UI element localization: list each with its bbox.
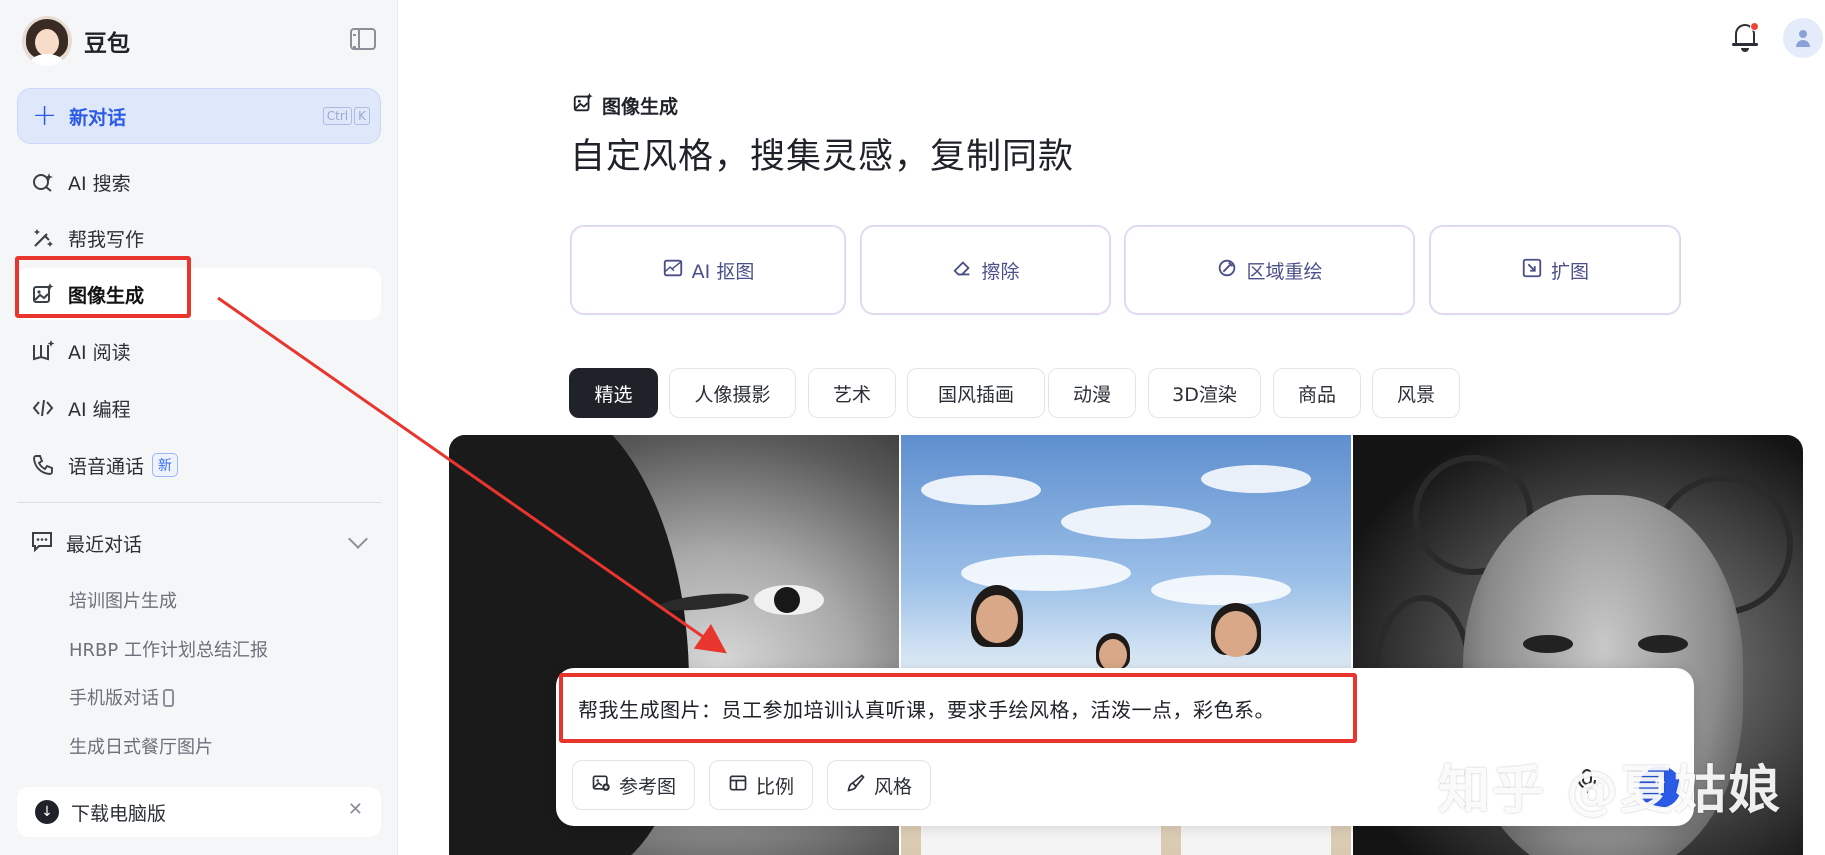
chat-bubble-icon [30, 529, 54, 557]
download-icon: ↓ [35, 800, 59, 824]
recent-chat-item[interactable]: 手机版对话 [69, 684, 174, 710]
chip-label: 参考图 [619, 775, 677, 798]
image-add-icon [591, 773, 611, 798]
tab-product[interactable]: 商品 [1273, 368, 1361, 418]
section-tag-label: 图像生成 [602, 96, 679, 118]
tool-label: 擦除 [981, 260, 1020, 283]
chip-label: 风格 [874, 775, 913, 798]
recent-chat-item[interactable]: 生成日式餐厅图片 [69, 733, 213, 759]
brush-icon [846, 773, 866, 798]
sidebar-item-voice-call[interactable]: 语音通话 新 [17, 439, 381, 491]
search-sparkle-icon [30, 169, 56, 195]
sidebar-collapse-icon[interactable] [350, 28, 376, 50]
tool-region-repaint[interactable]: 区域重绘 [1124, 225, 1415, 315]
phone-icon [30, 452, 56, 478]
recent-chats-title: 最近对话 [66, 533, 143, 556]
annotation-box-prompt [559, 673, 1357, 743]
tool-expand[interactable]: 扩图 [1429, 225, 1681, 315]
sidebar-item-ai-coding[interactable]: AI 编程 [17, 382, 381, 434]
brand[interactable]: 豆包 [22, 16, 130, 66]
pen-sparkle-icon [30, 225, 56, 251]
tool-label: 区域重绘 [1246, 260, 1323, 283]
annotation-box-sidebar [15, 256, 191, 318]
tool-label: AI 抠图 [691, 260, 755, 283]
sidebar-divider [17, 502, 381, 503]
ratio-button[interactable]: 比例 [709, 760, 814, 810]
brand-name: 豆包 [84, 31, 130, 57]
tab-art[interactable]: 艺术 [808, 368, 896, 418]
sidebar-item-ai-search[interactable]: AI 搜索 [17, 156, 381, 208]
page-title: 自定风格，搜集灵感，复制同款 [570, 137, 1075, 177]
new-chat-button[interactable]: + 新对话 Ctrl K [17, 88, 381, 144]
section-tag: 图像生成 [572, 92, 678, 119]
watermark: 知乎 @夏姑娘 [1438, 761, 1783, 821]
ratio-icon [728, 773, 748, 798]
eraser-icon [951, 257, 973, 284]
recent-chat-item[interactable]: HRBP 工作计划总结汇报 [69, 636, 268, 662]
tool-erase[interactable]: 擦除 [860, 225, 1111, 315]
new-chat-label: 新对话 [69, 106, 127, 129]
cutout-icon [662, 257, 684, 284]
close-icon[interactable]: ✕ [348, 799, 363, 820]
book-sparkle-icon [30, 338, 56, 364]
sidebar-item-ai-reading[interactable]: AI 阅读 [17, 325, 381, 377]
tab-3d-render[interactable]: 3D渲染 [1148, 368, 1261, 418]
sidebar-item-label: AI 搜索 [68, 172, 131, 195]
tab-chinese-illustration[interactable]: 国风插画 [907, 368, 1045, 418]
tool-ai-cutout[interactable]: AI 抠图 [570, 225, 846, 315]
mobile-phone-icon [163, 689, 174, 707]
new-badge: 新 [152, 453, 179, 477]
tab-featured[interactable]: 精选 [569, 368, 658, 418]
brush-icon [1216, 257, 1238, 284]
sidebar: 豆包 + 新对话 Ctrl K AI 搜索 帮我写作 图像生成 AI 阅读 AI… [0, 0, 398, 855]
tab-anime[interactable]: 动漫 [1048, 368, 1136, 418]
chip-label: 比例 [756, 775, 795, 798]
doubao-avatar [22, 16, 72, 66]
download-label: 下载电脑版 [71, 802, 167, 825]
recent-chat-item[interactable]: 培训图片生成 [69, 587, 177, 613]
sidebar-item-label: 帮我写作 [68, 228, 145, 251]
plus-icon: + [32, 98, 58, 133]
unread-dot [1750, 22, 1759, 31]
tool-label: 扩图 [1550, 260, 1589, 283]
tab-landscape[interactable]: 风景 [1372, 368, 1460, 418]
reference-image-button[interactable]: 参考图 [572, 760, 696, 810]
image-sparkle-icon [572, 92, 594, 119]
download-desktop-button[interactable]: ↓ 下载电脑版 ✕ [17, 787, 381, 837]
notification-bell-icon[interactable] [1730, 20, 1760, 54]
sidebar-item-label: 语音通话 [68, 455, 145, 478]
shortcut-hint: Ctrl K [322, 107, 370, 125]
style-button[interactable]: 风格 [827, 760, 932, 810]
sidebar-item-label: AI 阅读 [68, 341, 131, 364]
expand-icon [1521, 257, 1543, 284]
tab-portrait[interactable]: 人像摄影 [669, 368, 796, 418]
user-avatar[interactable] [1783, 18, 1823, 58]
sidebar-item-label: AI 编程 [68, 398, 131, 421]
code-icon [30, 395, 56, 421]
recent-chats-toggle[interactable]: 最近对话 [17, 518, 381, 568]
chevron-down-icon [348, 529, 368, 549]
